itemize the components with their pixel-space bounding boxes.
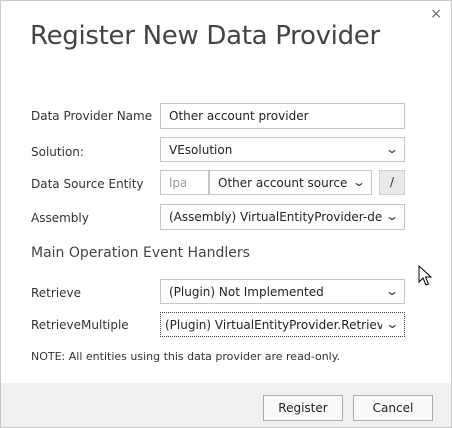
chevron-down-icon: ⌄ bbox=[384, 142, 400, 156]
retrieve-select[interactable]: (Plugin) Not Implemented ⌄ bbox=[160, 279, 405, 304]
entity-prefix-placeholder: lpa_ bbox=[169, 176, 186, 190]
chevron-down-icon: ⌄ bbox=[384, 209, 400, 223]
event-handlers-heading: Main Operation Event Handlers bbox=[31, 245, 250, 261]
cancel-button[interactable]: Cancel bbox=[353, 395, 433, 421]
solution-value: VEsolution bbox=[169, 143, 233, 157]
close-icon[interactable]: × bbox=[430, 7, 442, 21]
retrieve-multiple-label: RetrieveMultiple bbox=[31, 318, 129, 332]
data-source-entity-select[interactable]: Other account source ⌄ bbox=[209, 170, 372, 195]
register-data-provider-dialog: × Register New Data Provider Data Provid… bbox=[0, 0, 452, 428]
solution-label: Solution: bbox=[31, 145, 84, 159]
provider-name-input[interactable]: Other account provider bbox=[160, 103, 405, 129]
solution-select[interactable]: VEsolution ⌄ bbox=[160, 137, 405, 162]
mouse-cursor-icon bbox=[418, 265, 432, 286]
entity-prefix-input[interactable]: lpa_ bbox=[160, 170, 209, 195]
data-source-entity-value: Other account source bbox=[218, 176, 348, 190]
entity-lookup-button[interactable]: / bbox=[379, 170, 405, 195]
retrieve-value: (Plugin) Not Implemented bbox=[169, 285, 324, 299]
dialog-title: Register New Data Provider bbox=[30, 21, 380, 51]
provider-name-value: Other account provider bbox=[169, 109, 309, 123]
retrieve-multiple-value: (Plugin) VirtualEntityProvider.RetrieveO… bbox=[165, 318, 382, 332]
read-only-note: NOTE: All entities using this data provi… bbox=[31, 350, 341, 363]
assembly-label: Assembly bbox=[31, 211, 89, 225]
dialog-footer: Register Cancel bbox=[1, 383, 451, 427]
chevron-down-icon: ⌄ bbox=[384, 284, 400, 298]
assembly-value: (Assembly) VirtualEntityProvider-deploy bbox=[169, 210, 382, 224]
chevron-down-icon: ⌄ bbox=[382, 317, 400, 331]
register-button[interactable]: Register bbox=[263, 395, 343, 421]
provider-name-label: Data Provider Name bbox=[31, 109, 153, 123]
chevron-down-icon: ⌄ bbox=[351, 175, 367, 189]
assembly-select[interactable]: (Assembly) VirtualEntityProvider-deploy … bbox=[160, 204, 405, 230]
data-source-entity-label: Data Source Entity bbox=[31, 177, 144, 191]
retrieve-label: Retrieve bbox=[31, 286, 82, 300]
retrieve-multiple-select[interactable]: (Plugin) VirtualEntityProvider.RetrieveO… bbox=[160, 312, 405, 337]
